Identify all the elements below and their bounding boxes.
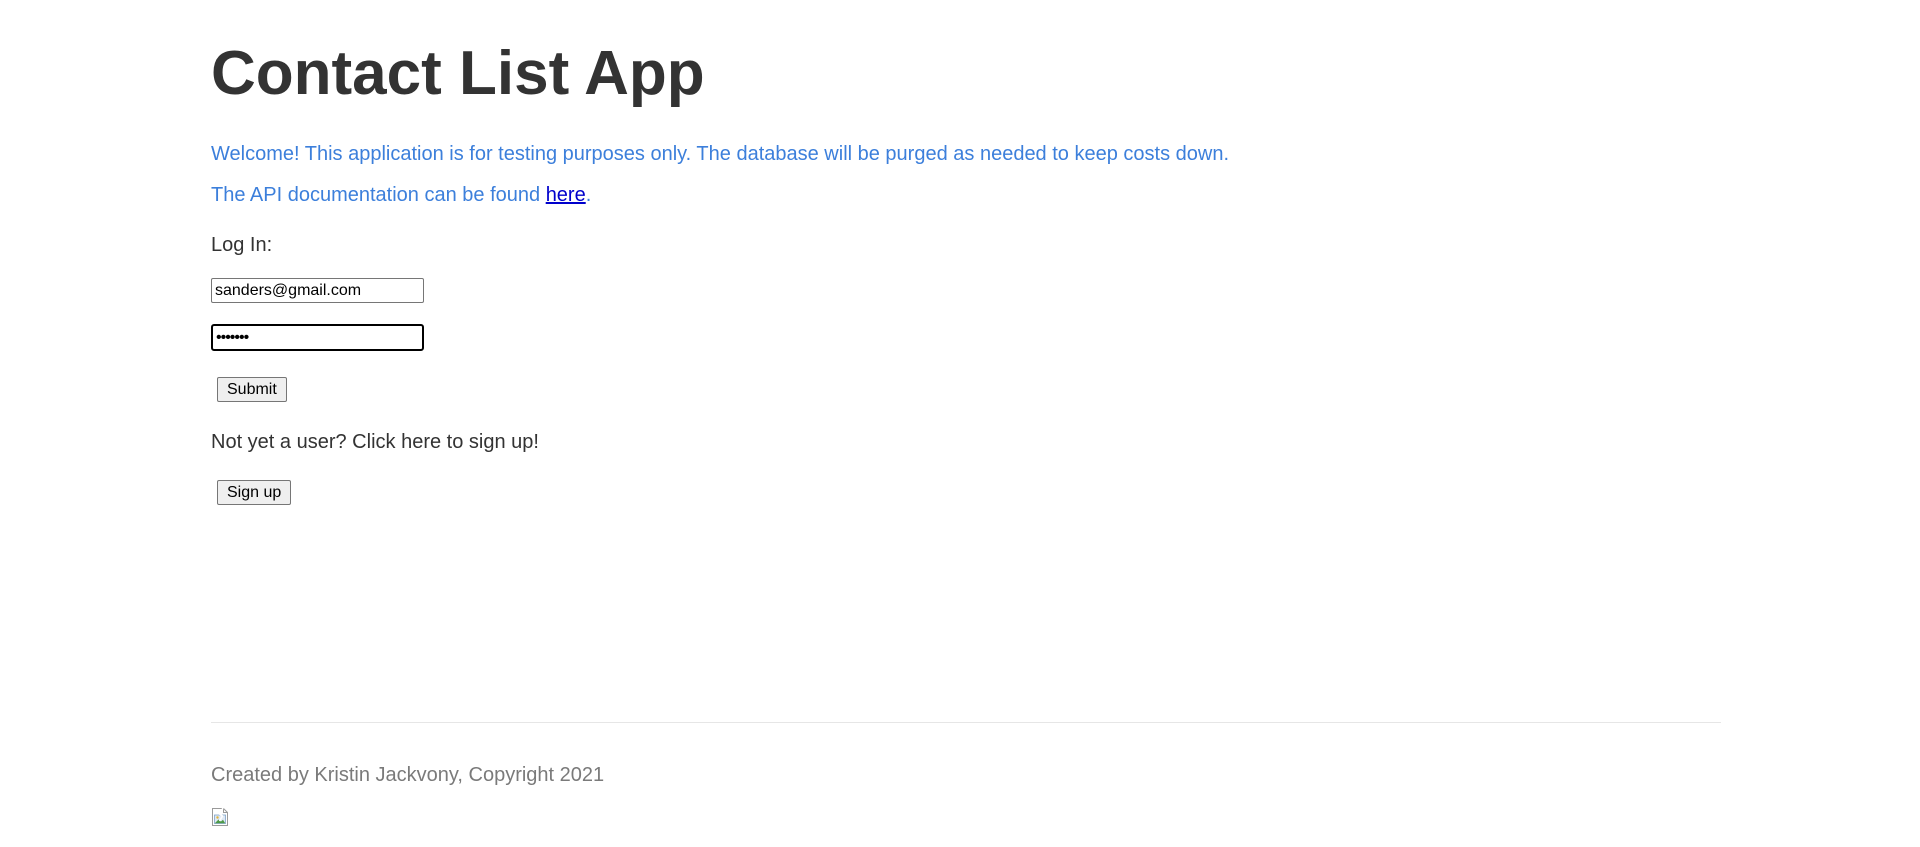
page-title: Contact List App (211, 39, 705, 108)
signup-button[interactable]: Sign up (217, 480, 292, 505)
api-docs-prefix: The API documentation can be found (211, 184, 546, 206)
welcome-message: Welcome! This application is for testing… (211, 143, 1230, 165)
broken-image-icon (211, 807, 231, 827)
page: Contact List App Welcome! This applicati… (0, 0, 1920, 847)
email-field[interactable] (211, 278, 424, 303)
signup-prompt: Not yet a user? Click here to sign up! (211, 431, 539, 453)
login-label: Log In: (211, 234, 273, 256)
footer-divider (211, 722, 1721, 723)
api-docs-link[interactable]: here (546, 184, 586, 206)
api-docs-message: The API documentation can be found here. (211, 183, 591, 207)
submit-button[interactable]: Submit (217, 377, 287, 402)
password-field[interactable] (211, 324, 424, 351)
api-docs-suffix: . (585, 184, 592, 206)
footer-copyright: Created by Kristin Jackvony, Copyright 2… (211, 764, 605, 786)
